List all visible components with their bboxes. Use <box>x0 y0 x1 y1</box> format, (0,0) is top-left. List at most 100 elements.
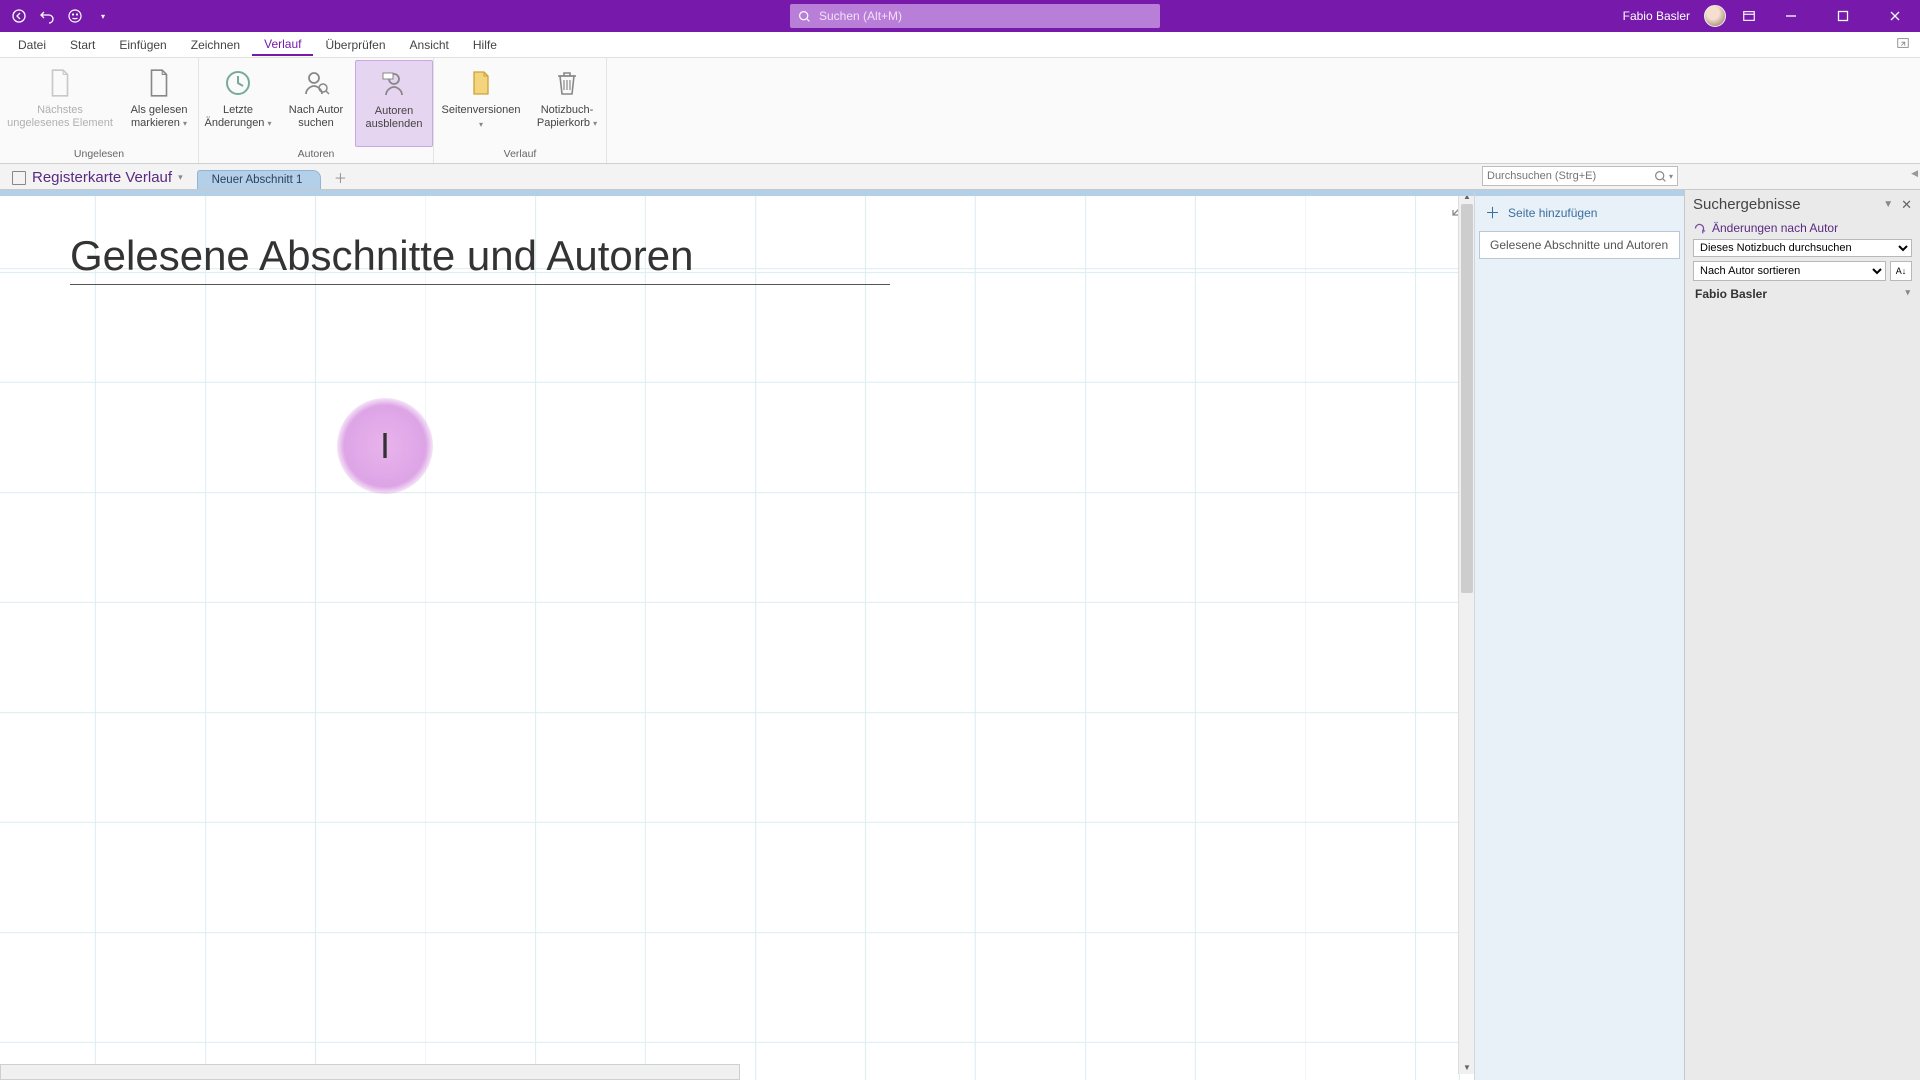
back-icon[interactable] <box>10 7 28 25</box>
scroll-down-icon[interactable]: ▼ <box>1463 1063 1471 1072</box>
author-name: Fabio Basler <box>1695 287 1767 301</box>
search-icon <box>1654 170 1667 183</box>
clock-icon <box>221 66 255 100</box>
tab-zeichnen[interactable]: Zeichnen <box>179 34 252 55</box>
main-area: Gelesene Abschnitte und Autoren I ▲ ▼ ＋ … <box>0 190 1920 1080</box>
add-page-button[interactable]: ＋ Seite hinzufügen <box>1475 196 1684 229</box>
author-result-item[interactable]: Fabio Basler ▾ <box>1685 283 1920 305</box>
section-search[interactable]: ▾ <box>1482 166 1678 186</box>
ribbon-group-ungelesen: Nächstes ungelesenes Element Als gelesen… <box>0 58 199 163</box>
notebook-name: Registerkarte Verlauf <box>32 169 172 186</box>
page-list-panel: ＋ Seite hinzufügen Gelesene Abschnitte u… <box>1474 190 1684 1080</box>
refresh-icon <box>1693 222 1706 235</box>
ribbon-label: suchen <box>298 117 333 130</box>
chevron-down-icon[interactable]: ▼ <box>1883 199 1893 210</box>
close-button[interactable] <box>1876 0 1914 32</box>
tab-einfuegen[interactable]: Einfügen <box>107 34 178 55</box>
ribbon-label: Notizbuch- <box>541 104 594 117</box>
close-panel-button[interactable]: ✕ <box>1901 197 1912 213</box>
page-icon <box>43 66 77 100</box>
ribbon-group-label: Verlauf <box>504 147 537 161</box>
cursor-indicator: I <box>337 398 433 494</box>
section-bar: Registerkarte Verlauf ▾ Neuer Abschnitt … <box>0 164 1920 190</box>
add-page-label: Seite hinzufügen <box>1508 206 1597 220</box>
search-results-panel: Suchergebnisse ▼ ✕ Änderungen nach Autor… <box>1684 190 1920 1080</box>
search-scope-select[interactable]: Dieses Notizbuch durchsuchen <box>1693 239 1912 257</box>
sort-direction-button[interactable]: A↓ <box>1890 261 1912 281</box>
changes-by-author-link[interactable]: Änderungen nach Autor <box>1685 219 1920 237</box>
titlebar-right: Fabio Basler <box>1623 0 1914 32</box>
ribbon-label: Nach Autor <box>289 104 343 117</box>
ribbon-label: Änderungen ▾ <box>204 117 271 130</box>
plus-icon: ＋ <box>1485 202 1500 223</box>
ribbon-page-versions[interactable]: Seitenversionen ▾ <box>434 60 528 147</box>
ribbon-label: Als gelesen <box>131 104 188 117</box>
undo-icon[interactable] <box>38 7 56 25</box>
ribbon-label: Papierkorb ▾ <box>537 117 597 130</box>
horizontal-scrollbar[interactable] <box>0 1064 740 1080</box>
ribbon-next-unread[interactable]: Nächstes ungelesenes Element <box>0 60 120 147</box>
notebook-icon <box>12 171 26 185</box>
page-list-item[interactable]: Gelesene Abschnitte und Autoren <box>1479 231 1680 259</box>
ribbon-display-icon[interactable] <box>1740 7 1758 25</box>
versions-icon <box>464 66 498 100</box>
person-search-icon <box>299 66 333 100</box>
caret-icon: ▾ <box>479 118 483 131</box>
ribbon-label: markieren ▾ <box>131 117 187 130</box>
collapse-ribbon-icon[interactable] <box>1896 36 1914 54</box>
qat-dropdown-icon[interactable]: ▾ <box>94 7 112 25</box>
page-check-icon <box>142 66 176 100</box>
scroll-thumb[interactable] <box>1461 204 1473 593</box>
ribbon-find-by-author[interactable]: Nach Autor suchen <box>277 60 355 147</box>
note-canvas[interactable]: Gelesene Abschnitte und Autoren I ▲ ▼ <box>0 190 1474 1080</box>
tab-ansicht[interactable]: Ansicht <box>398 34 461 55</box>
ribbon-notebook-recycle[interactable]: Notizbuch- Papierkorb ▾ <box>528 60 606 147</box>
tab-datei[interactable]: Datei <box>6 34 58 55</box>
chevron-down-icon: ▾ <box>1905 287 1910 301</box>
minimize-button[interactable] <box>1772 0 1810 32</box>
ribbon-group-verlauf: Seitenversionen ▾ Notizbuch- Papierkorb … <box>434 58 607 163</box>
changes-by-author-label: Änderungen nach Autor <box>1712 221 1838 235</box>
ribbon: Nächstes ungelesenes Element Als gelesen… <box>0 58 1920 164</box>
add-section-button[interactable]: ＋ <box>331 168 349 186</box>
vertical-scrollbar[interactable]: ▲ ▼ <box>1458 190 1474 1074</box>
tab-hilfe[interactable]: Hilfe <box>461 34 509 55</box>
avatar[interactable] <box>1704 5 1726 27</box>
user-name[interactable]: Fabio Basler <box>1623 9 1690 23</box>
page-title-container[interactable]: Gelesene Abschnitte und Autoren <box>70 232 890 285</box>
sort-select[interactable]: Nach Autor sortieren <box>1693 261 1886 281</box>
ribbon-group-label: Ungelesen <box>74 147 124 161</box>
search-panel-title: Suchergebnisse <box>1693 196 1883 213</box>
chevron-down-icon[interactable]: ▾ <box>1669 172 1673 181</box>
ribbon-recent-edits[interactable]: Letzte Änderungen ▾ <box>199 60 277 147</box>
ribbon-label: Autoren <box>375 105 414 118</box>
tab-start[interactable]: Start <box>58 34 107 55</box>
ribbon-mark-read[interactable]: Als gelesen markieren ▾ <box>120 60 198 147</box>
section-search-input[interactable] <box>1487 170 1654 182</box>
smiley-icon[interactable] <box>66 7 84 25</box>
ribbon-label: ungelesenes Element <box>7 117 113 130</box>
ribbon-hide-authors[interactable]: Autoren ausblenden <box>355 60 433 147</box>
collapse-right-icon[interactable]: ◀ <box>1911 168 1918 179</box>
chevron-down-icon: ▾ <box>178 172 183 183</box>
menu-tabs: Datei Start Einfügen Zeichnen Verlauf Üb… <box>0 32 1920 58</box>
search-icon <box>798 10 811 23</box>
qat: ▾ <box>10 7 112 25</box>
ribbon-group-autoren: Letzte Änderungen ▾ Nach Autor suchen Au… <box>199 58 434 163</box>
page-title[interactable]: Gelesene Abschnitte und Autoren <box>70 232 890 285</box>
ribbon-label: Letzte <box>223 104 253 117</box>
ribbon-label: Nächstes <box>37 104 83 117</box>
notebook-selector[interactable]: Registerkarte Verlauf ▾ <box>8 169 191 189</box>
global-search[interactable] <box>790 4 1160 28</box>
scroll-up-icon[interactable]: ▲ <box>1463 192 1471 201</box>
ribbon-group-label: Autoren <box>298 147 335 161</box>
maximize-button[interactable] <box>1824 0 1862 32</box>
title-bar: ▾ Gelesene Abschnitte und Autoren – OneN… <box>0 0 1920 32</box>
global-search-input[interactable] <box>819 9 1152 23</box>
tab-verlauf[interactable]: Verlauf <box>252 33 313 56</box>
ribbon-label: ausblenden <box>366 118 423 131</box>
section-tab[interactable]: Neuer Abschnitt 1 <box>197 170 322 189</box>
ribbon-label: Seitenversionen <box>442 104 521 117</box>
person-hide-icon <box>377 67 411 101</box>
tab-ueberpruefen[interactable]: Überprüfen <box>313 34 397 55</box>
